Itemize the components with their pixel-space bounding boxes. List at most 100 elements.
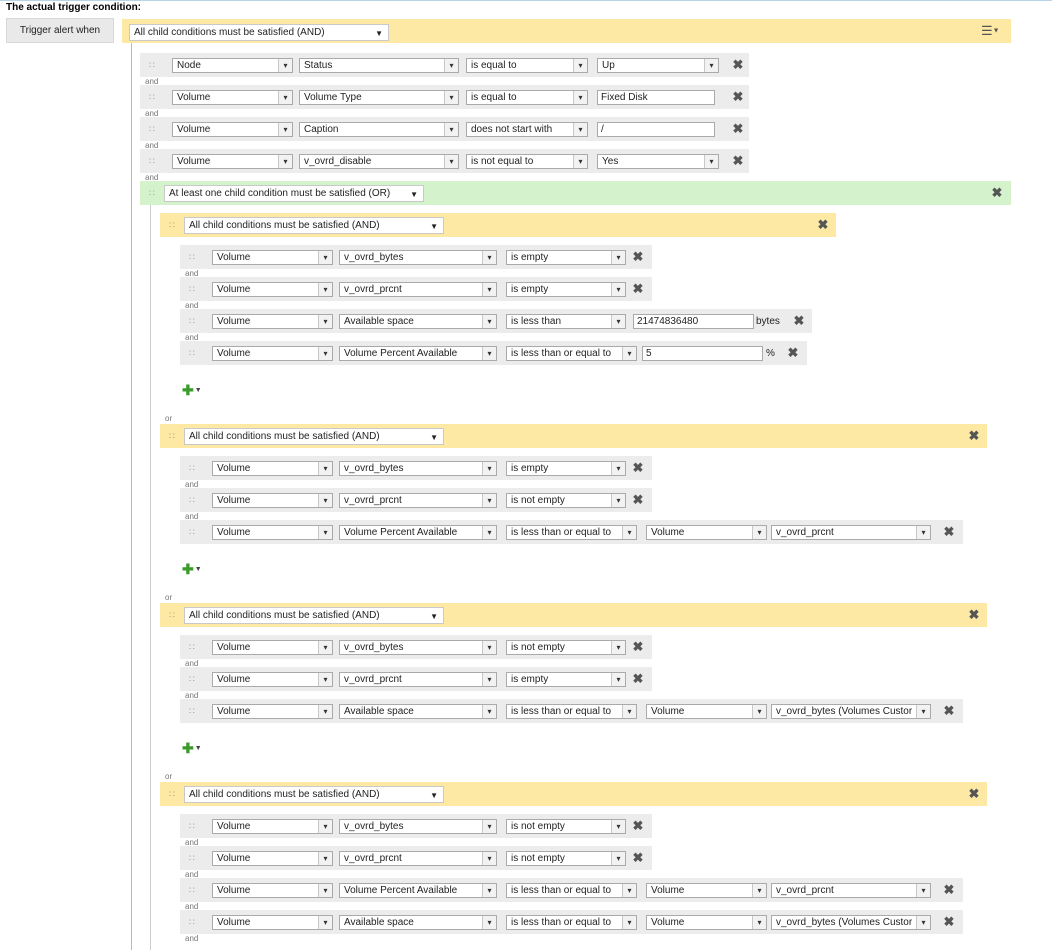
remove-icon[interactable]: ✖	[943, 883, 955, 896]
object-select[interactable]: Node ▾	[172, 58, 293, 73]
field-select[interactable]: v_ovrd_prcnt ▾	[339, 851, 497, 866]
and-group-select[interactable]: All child conditions must be satisfied (…	[184, 607, 444, 624]
operator-select[interactable]: is not empty ▾	[506, 640, 626, 655]
remove-icon[interactable]: ✖	[632, 461, 644, 474]
object-select[interactable]: Volume ▾	[212, 282, 333, 297]
field-select[interactable]: Volume Percent Available ▾	[339, 346, 497, 361]
operator-select[interactable]: is empty ▾	[506, 672, 626, 687]
operator-select[interactable]: is less than or equal to ▾	[506, 525, 637, 540]
remove-group-icon[interactable]: ✖	[968, 429, 980, 442]
value-select[interactable]: Up ▾	[597, 58, 719, 73]
object-select[interactable]: Volume ▾	[212, 314, 333, 329]
field-select[interactable]: v_ovrd_prcnt ▾	[339, 672, 497, 687]
value-input[interactable]: 21474836480	[633, 314, 754, 329]
operator-select[interactable]: is less than or equal to ▾	[506, 704, 637, 719]
remove-group-icon[interactable]: ✖	[817, 218, 829, 231]
operator-select[interactable]: is equal to ▾	[466, 58, 588, 73]
value-input[interactable]: 5	[642, 346, 763, 361]
ref-object-select[interactable]: Volume ▾	[646, 883, 767, 898]
and-group-select[interactable]: All child conditions must be satisfied (…	[184, 786, 444, 803]
field-select[interactable]: Available space ▾	[339, 314, 497, 329]
field-select[interactable]: v_ovrd_bytes ▾	[339, 250, 497, 265]
drag-handle-icon[interactable]: ∷	[189, 854, 195, 863]
object-select[interactable]: Volume ▾	[212, 461, 333, 476]
object-select[interactable]: Volume ▾	[212, 819, 333, 834]
and-group-select[interactable]: All child conditions must be satisfied (…	[184, 428, 444, 445]
operator-select[interactable]: is less than or equal to ▾	[506, 346, 637, 361]
object-select[interactable]: Volume ▾	[172, 90, 293, 105]
object-select[interactable]: Volume ▾	[212, 250, 333, 265]
operator-select[interactable]: is less than or equal to ▾	[506, 883, 637, 898]
drag-handle-icon[interactable]: ∷	[149, 157, 155, 166]
operator-select[interactable]: is not empty ▾	[506, 851, 626, 866]
drag-handle-icon[interactable]: ∷	[189, 349, 195, 358]
field-select[interactable]: Available space ▾	[339, 704, 497, 719]
drag-handle-icon[interactable]: ∷	[149, 61, 155, 70]
remove-icon[interactable]: ✖	[793, 314, 805, 327]
field-select[interactable]: v_ovrd_prcnt ▾	[339, 493, 497, 508]
operator-select[interactable]: is not empty ▾	[506, 493, 626, 508]
or-group-select[interactable]: At least one child condition must be sat…	[164, 185, 424, 202]
drag-handle-icon[interactable]: ∷	[169, 790, 175, 799]
drag-handle-icon[interactable]: ∷	[189, 918, 195, 927]
add-condition-icon[interactable]: ✚▼	[182, 741, 202, 755]
field-select[interactable]: v_ovrd_disable ▾	[299, 154, 459, 169]
remove-icon[interactable]: ✖	[732, 90, 744, 103]
root-group-select[interactable]: All child conditions must be satisfied (…	[129, 24, 389, 41]
drag-handle-icon[interactable]: ∷	[169, 221, 175, 230]
object-select[interactable]: Volume ▾	[212, 640, 333, 655]
remove-icon[interactable]: ✖	[732, 58, 744, 71]
ref-field-select[interactable]: v_ovrd_bytes (Volumes Custor ▾	[771, 704, 931, 719]
drag-handle-icon[interactable]: ∷	[149, 93, 155, 102]
ref-field-select[interactable]: v_ovrd_prcnt ▾	[771, 883, 931, 898]
drag-handle-icon[interactable]: ∷	[149, 125, 155, 134]
add-condition-icon[interactable]: ✚▼	[182, 383, 202, 397]
remove-icon[interactable]: ✖	[787, 346, 799, 359]
object-select[interactable]: Volume ▾	[212, 883, 333, 898]
drag-handle-icon[interactable]: ∷	[189, 317, 195, 326]
object-select[interactable]: Volume ▾	[212, 346, 333, 361]
ref-object-select[interactable]: Volume ▾	[646, 915, 767, 930]
operator-select[interactable]: is empty ▾	[506, 282, 626, 297]
drag-handle-icon[interactable]: ∷	[169, 611, 175, 620]
object-select[interactable]: Volume ▾	[212, 704, 333, 719]
field-select[interactable]: Volume Type ▾	[299, 90, 459, 105]
field-select[interactable]: v_ovrd_prcnt ▾	[339, 282, 497, 297]
drag-handle-icon[interactable]: ∷	[189, 886, 195, 895]
operator-select[interactable]: is equal to ▾	[466, 90, 588, 105]
drag-handle-icon[interactable]: ∷	[169, 432, 175, 441]
remove-icon[interactable]: ✖	[943, 704, 955, 717]
field-select[interactable]: Caption ▾	[299, 122, 459, 137]
operator-select[interactable]: is less than or equal to ▾	[506, 915, 637, 930]
and-group-select[interactable]: All child conditions must be satisfied (…	[184, 217, 444, 234]
drag-handle-icon[interactable]: ∷	[189, 528, 195, 537]
value-input[interactable]: /	[597, 122, 715, 137]
value-select[interactable]: Yes ▾	[597, 154, 719, 169]
remove-icon[interactable]: ✖	[732, 154, 744, 167]
object-select[interactable]: Volume ▾	[212, 915, 333, 930]
field-select[interactable]: v_ovrd_bytes ▾	[339, 640, 497, 655]
remove-icon[interactable]: ✖	[632, 282, 644, 295]
operator-select[interactable]: is empty ▾	[506, 250, 626, 265]
drag-handle-icon[interactable]: ∷	[189, 496, 195, 505]
field-select[interactable]: Available space ▾	[339, 915, 497, 930]
remove-group-icon[interactable]: ✖	[968, 787, 980, 800]
remove-icon[interactable]: ✖	[632, 672, 644, 685]
remove-icon[interactable]: ✖	[943, 525, 955, 538]
object-select[interactable]: Volume ▾	[212, 672, 333, 687]
operator-select[interactable]: is empty ▾	[506, 461, 626, 476]
field-select[interactable]: Volume Percent Available ▾	[339, 883, 497, 898]
object-select[interactable]: Volume ▾	[212, 493, 333, 508]
remove-icon[interactable]: ✖	[632, 640, 644, 653]
operator-select[interactable]: does not start with ▾	[466, 122, 588, 137]
object-select[interactable]: Volume ▾	[172, 154, 293, 169]
ref-object-select[interactable]: Volume ▾	[646, 704, 767, 719]
remove-icon[interactable]: ✖	[632, 851, 644, 864]
object-select[interactable]: Volume ▾	[172, 122, 293, 137]
remove-or-group-icon[interactable]: ✖	[991, 186, 1003, 199]
drag-handle-icon[interactable]: ∷	[189, 643, 195, 652]
remove-group-icon[interactable]: ✖	[968, 608, 980, 621]
object-select[interactable]: Volume ▾	[212, 851, 333, 866]
field-select[interactable]: v_ovrd_bytes ▾	[339, 819, 497, 834]
remove-icon[interactable]: ✖	[943, 915, 955, 928]
